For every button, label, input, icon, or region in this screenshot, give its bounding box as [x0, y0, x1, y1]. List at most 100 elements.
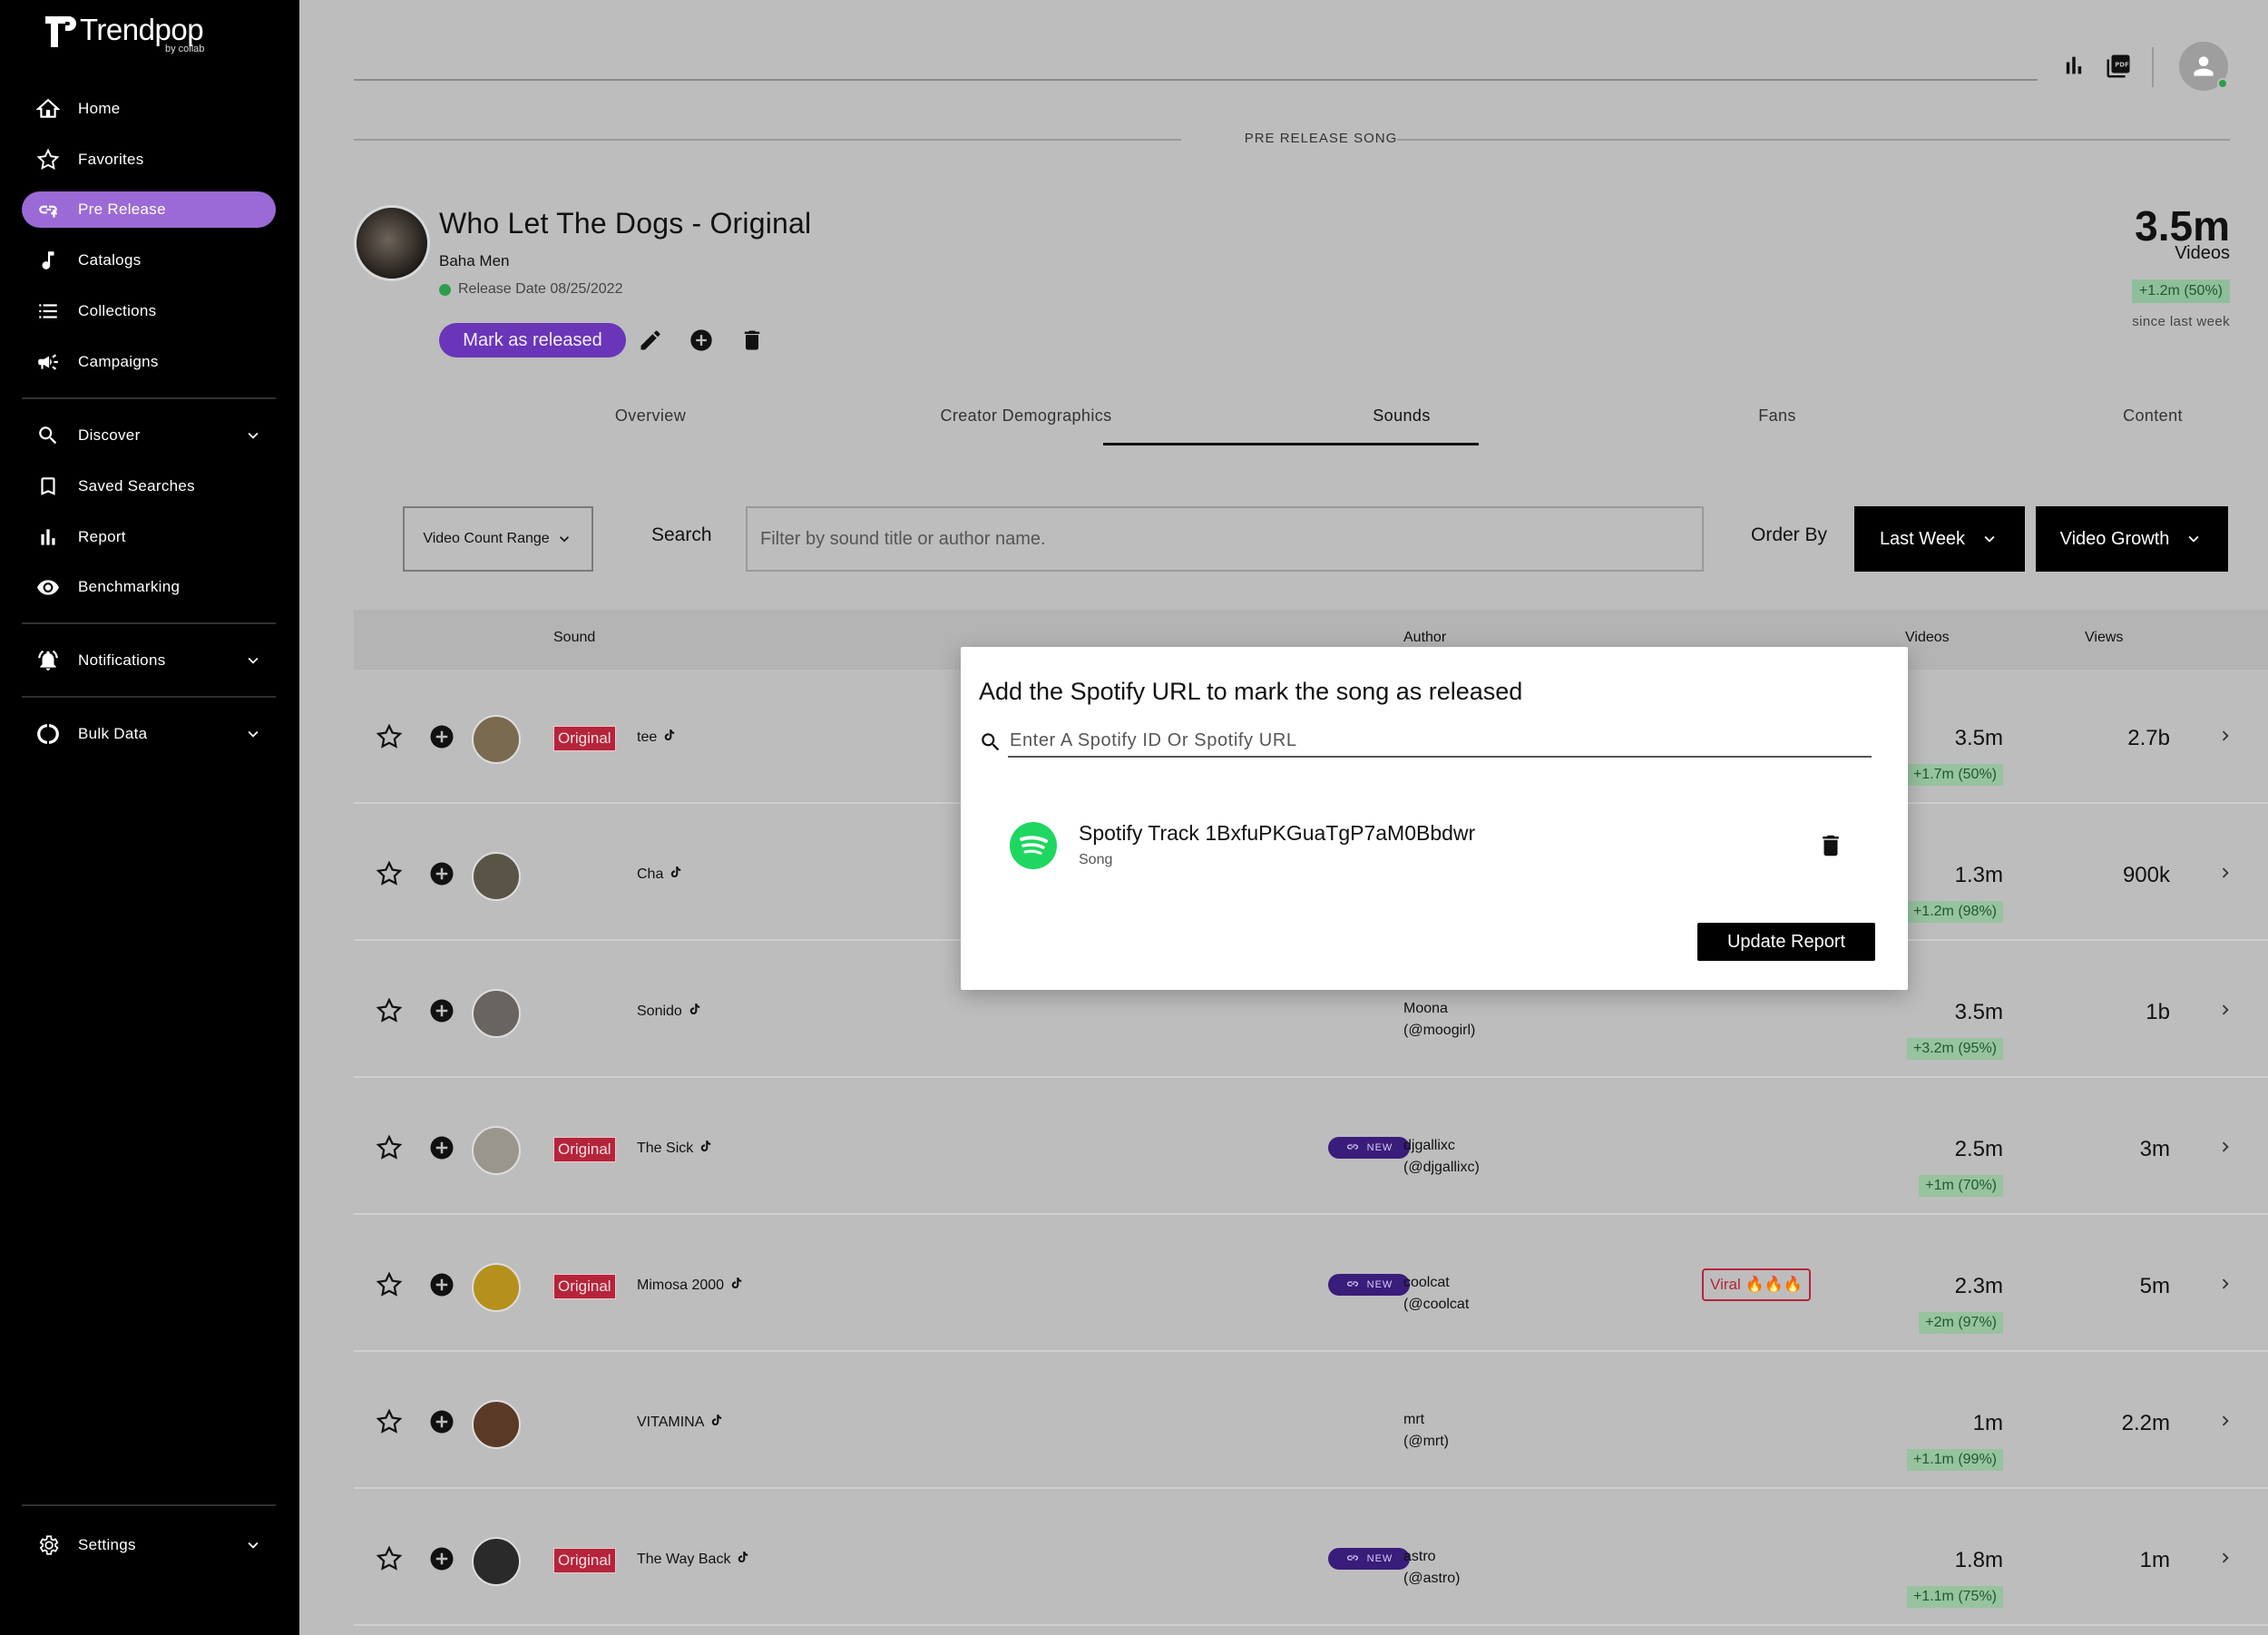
original-badge: Original [553, 1137, 616, 1162]
add-circle-icon[interactable] [686, 325, 717, 356]
author-handle: (@moogirl) [1403, 1023, 1476, 1038]
sidebar-divider [22, 1504, 276, 1506]
delete-icon[interactable] [737, 325, 767, 356]
star-icon[interactable] [376, 997, 403, 1024]
tab-creator-demographics[interactable]: Creator Demographics [838, 406, 1214, 426]
star-icon[interactable] [376, 1134, 403, 1161]
list-icon [34, 298, 62, 325]
sound-title-text: The Way Back [637, 1551, 731, 1567]
chevron-right-icon[interactable] [2215, 1274, 2235, 1298]
add-circle-icon[interactable] [428, 1271, 455, 1298]
star-icon[interactable] [376, 723, 403, 750]
videos-growth-badge: +1.2m (98%) [1906, 901, 2003, 923]
table-row[interactable]: Original Mimosa 2000 NEW coolcat (@coolcat Vi… [354, 1218, 2268, 1352]
link-icon [1345, 1140, 1360, 1157]
new-badge-text: NEW [1366, 1142, 1393, 1153]
chevron-down-icon[interactable] [243, 651, 263, 675]
sidebar-item-label: Settings [78, 1536, 136, 1553]
sidebar-item-home[interactable]: Home [22, 91, 276, 127]
sidebar-item-notifications[interactable]: Notifications [22, 642, 276, 679]
tab-content[interactable]: Content [1965, 406, 2268, 426]
tab-sounds[interactable]: Sounds [1214, 406, 1589, 426]
sound-title[interactable]: VITAMINA [637, 1413, 724, 1432]
online-status-dot [2217, 78, 2228, 89]
sidebar-item-saved-searches[interactable]: Saved Searches [22, 468, 276, 504]
sidebar-item-benchmarking[interactable]: Benchmarking [22, 569, 276, 605]
edit-icon[interactable] [635, 325, 666, 356]
period-dropdown[interactable]: Last Week [1854, 506, 2025, 572]
sound-title[interactable]: Cha [637, 865, 683, 884]
delete-icon[interactable] [1817, 832, 1844, 859]
chevron-right-icon[interactable] [2215, 1548, 2235, 1572]
user-avatar[interactable] [2179, 42, 2228, 91]
chevron-right-icon[interactable] [2215, 863, 2235, 887]
sidebar-item-campaigns[interactable]: Campaigns [22, 344, 276, 380]
chevron-down-icon[interactable] [243, 724, 263, 749]
order-by-label: Order By [1751, 524, 1828, 545]
sidebar-item-pre-release[interactable]: Pre Release [22, 191, 276, 228]
sidebar-item-bulk-data[interactable]: Bulk Data [22, 716, 276, 752]
chevron-right-icon[interactable] [2215, 1137, 2235, 1161]
home-icon [34, 95, 62, 122]
sound-title[interactable]: Mimosa 2000 [637, 1276, 744, 1295]
table-row[interactable]: Original The Way Back NEW astro (@astro) 1.8m… [354, 1492, 2268, 1626]
sidebar-item-discover[interactable]: Discover [22, 417, 276, 454]
update-report-button[interactable]: Update Report [1697, 923, 1875, 961]
table-row[interactable]: Original The Sick NEW djgallixc (@djgallixc)… [354, 1081, 2268, 1215]
sound-thumbnail [472, 1537, 521, 1586]
sidebar-item-favorites[interactable]: Favorites [22, 142, 276, 178]
sound-title[interactable]: tee [637, 728, 677, 747]
sound-title[interactable]: The Sick [637, 1139, 713, 1158]
author-cell: mrt (@mrt) [1403, 1409, 1449, 1453]
spotify-url-input[interactable] [1008, 725, 1872, 758]
video-count-range-button[interactable]: Video Count Range [403, 506, 593, 572]
add-circle-icon[interactable] [428, 997, 455, 1024]
sound-title-text: Sonido [637, 1003, 682, 1019]
sidebar-item-settings[interactable]: Settings [22, 1527, 276, 1563]
views-value: 2.2m [2121, 1411, 2170, 1435]
chevron-down-icon [559, 536, 569, 543]
star-icon[interactable] [376, 1271, 403, 1298]
star-icon[interactable] [376, 1545, 403, 1572]
chevron-right-icon[interactable] [2215, 726, 2235, 750]
author-cell: Moona (@moogirl) [1403, 998, 1475, 1042]
sidebar-item-catalogs[interactable]: Catalogs [22, 242, 276, 279]
new-badge-text: NEW [1366, 1553, 1393, 1564]
sound-search-input[interactable]: Filter by sound title or author name. [746, 506, 1704, 572]
star-icon[interactable] [376, 1408, 403, 1435]
sound-title[interactable]: Sonido [637, 1002, 702, 1021]
search-icon [982, 733, 1000, 751]
videos-value: 1m [1972, 1411, 2003, 1435]
bar-chart-icon [34, 524, 62, 551]
bar-chart-icon[interactable] [2061, 53, 2087, 83]
tab-overview[interactable]: Overview [463, 406, 838, 426]
chevron-down-icon[interactable] [243, 426, 263, 450]
tiktok-icon [669, 865, 683, 884]
add-circle-icon[interactable] [428, 1408, 455, 1435]
star-icon[interactable] [376, 860, 403, 887]
sidebar-item-label: Report [78, 528, 126, 545]
table-row[interactable]: VITAMINA mrt (@mrt) 1m +1.1m (99%) 2.2m [354, 1355, 2268, 1489]
sidebar-item-collections[interactable]: Collections [22, 293, 276, 329]
growth-badge: +1.2m (50%) [2131, 279, 2230, 303]
sidebar-item-report[interactable]: Report [22, 519, 276, 555]
metric-dropdown[interactable]: Video Growth [2036, 506, 2228, 572]
top-search-line[interactable] [354, 79, 2038, 81]
views-value: 1m [2139, 1548, 2170, 1572]
tab-fans[interactable]: Fans [1589, 406, 1965, 426]
add-circle-icon[interactable] [428, 1134, 455, 1161]
add-circle-icon[interactable] [428, 1545, 455, 1572]
chevron-right-icon[interactable] [2215, 1411, 2235, 1435]
sound-title[interactable]: The Way Back [637, 1550, 750, 1569]
link-icon [1345, 1551, 1360, 1568]
new-badge: NEW [1328, 1274, 1410, 1296]
chevron-down-icon[interactable] [243, 1535, 263, 1560]
chevron-right-icon[interactable] [2215, 1000, 2235, 1024]
sidebar-item-label: Saved Searches [78, 477, 195, 494]
author-handle: (@djgallixc) [1403, 1160, 1480, 1175]
pdf-icon[interactable]: PDF [2105, 53, 2132, 84]
header-videos: Videos [1905, 630, 1950, 645]
add-circle-icon[interactable] [428, 723, 455, 750]
mark-as-released-button[interactable]: Mark as released [439, 323, 626, 357]
add-circle-icon[interactable] [428, 860, 455, 887]
